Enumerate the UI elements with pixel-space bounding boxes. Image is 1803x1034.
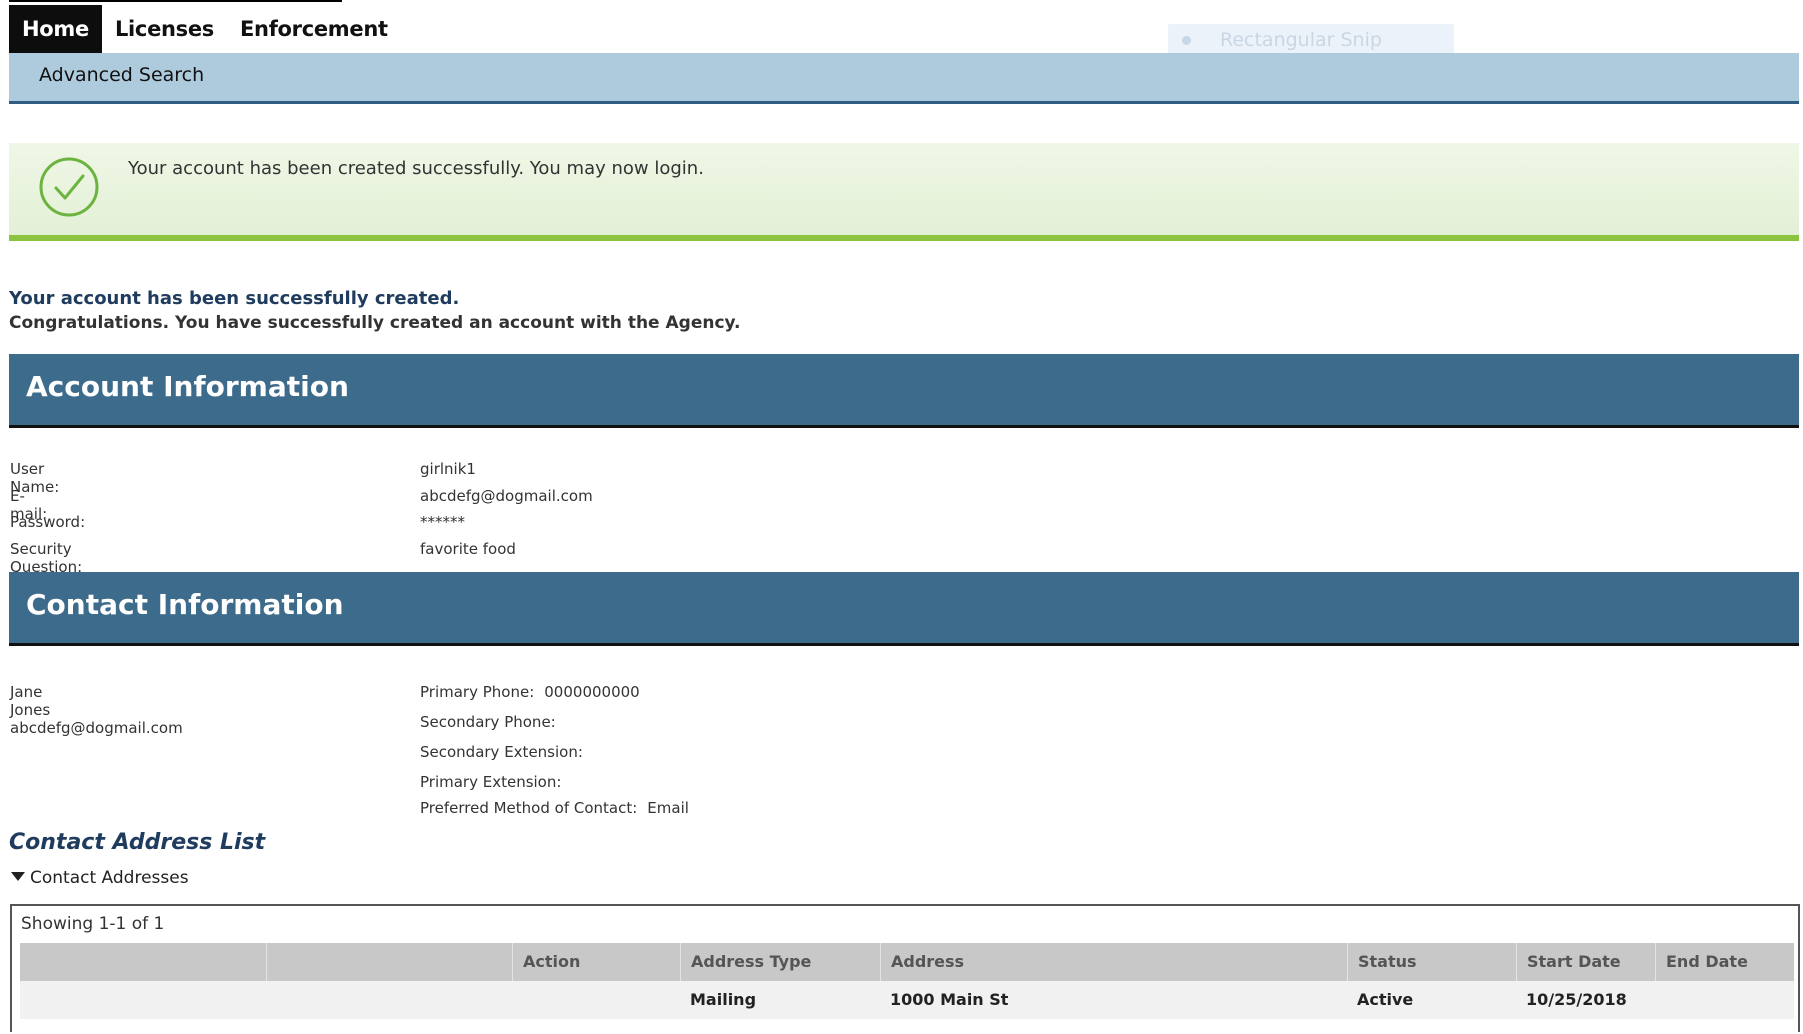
table-cell <box>20 981 266 1019</box>
column-header-end-date[interactable]: End Date <box>1655 943 1794 981</box>
table-cell-status: Active <box>1357 990 1414 1009</box>
pagination-summary: Showing 1-1 of 1 <box>21 914 165 934</box>
contact-email-text: abcdefg@dogmail.com <box>10 719 183 737</box>
record-icon <box>1182 36 1191 45</box>
table-cell <box>266 981 512 1019</box>
top-divider <box>9 0 342 2</box>
detail-label: Preferred Method of Contact: <box>420 799 638 817</box>
secondary-extension: Secondary Extension: <box>420 743 593 761</box>
success-banner: Your account has been created successful… <box>9 143 1799 241</box>
snip-overlay-label: Rectangular Snip <box>1220 29 1382 51</box>
detail-value: 0000000000 <box>544 683 640 701</box>
column-header-action[interactable]: Action <box>512 943 680 981</box>
table-row[interactable]: Mailing 1000 Main St Active 10/25/2018 <box>20 981 1794 1019</box>
field-value: girlnik1 <box>420 460 476 478</box>
confirmation-subtitle: Congratulations. You have successfully c… <box>9 313 741 333</box>
column-header-start-date[interactable]: Start Date <box>1516 943 1655 981</box>
field-label: Password: <box>10 513 86 531</box>
snip-overlay: Rectangular Snip <box>1168 24 1454 56</box>
preferred-contact-method: Preferred Method of Contact: Email <box>420 799 689 817</box>
table-cell-address: 1000 Main St <box>890 990 1009 1009</box>
field-value: abcdefg@dogmail.com <box>420 487 593 505</box>
detail-label: Primary Extension: <box>420 773 562 791</box>
section-title: Account Information <box>26 370 349 403</box>
field-value: ****** <box>420 513 465 531</box>
table-cell-action <box>512 981 680 1019</box>
sub-nav: Advanced Search <box>9 53 1799 104</box>
primary-extension: Primary Extension: <box>420 773 571 791</box>
page: Home Licenses Enforcement Rectangular Sn… <box>0 0 1803 1034</box>
tab-licenses[interactable]: Licenses <box>102 5 227 53</box>
section-title: Contact Information <box>26 588 344 621</box>
main-nav: Home Licenses Enforcement <box>9 5 401 61</box>
table-cell-start-date: 10/25/2018 <box>1526 990 1627 1009</box>
table-header: Action Address Type Address Status Start… <box>20 943 1794 981</box>
table-cell-end-date <box>1655 981 1794 1019</box>
account-information-header: Account Information <box>9 354 1799 428</box>
tab-home[interactable]: Home <box>9 5 102 61</box>
success-message: Your account has been created successful… <box>128 158 704 179</box>
detail-label: Secondary Extension: <box>420 743 583 761</box>
caret-down-icon <box>11 872 25 881</box>
contact-address-list-title: Contact Address List <box>9 830 266 855</box>
contact-addresses-toggle[interactable]: Contact Addresses <box>11 868 189 888</box>
detail-value: Email <box>647 799 689 817</box>
column-header <box>266 943 512 981</box>
primary-phone: Primary Phone: 0000000000 <box>420 683 640 701</box>
field-label: Security Question: <box>10 540 83 576</box>
contact-name-text: Jane Jones <box>10 683 51 719</box>
column-header-address[interactable]: Address <box>880 943 1347 981</box>
detail-label: Secondary Phone: <box>420 713 556 731</box>
secondary-phone: Secondary Phone: <box>420 713 566 731</box>
detail-label: Primary Phone: <box>420 683 535 701</box>
field-value: favorite food <box>420 540 516 558</box>
column-header-address-type[interactable]: Address Type <box>680 943 880 981</box>
tab-enforcement[interactable]: Enforcement <box>227 5 401 53</box>
table-cell-address-type: Mailing <box>690 990 757 1009</box>
address-table: Showing 1-1 of 1 Action Address Type Add… <box>10 904 1800 1032</box>
check-circle-icon <box>39 157 99 217</box>
advanced-search-link[interactable]: Advanced Search <box>39 64 204 86</box>
column-header <box>20 943 266 981</box>
contact-information-header: Contact Information <box>9 572 1799 646</box>
confirmation-title: Your account has been successfully creat… <box>9 288 460 309</box>
column-header-status[interactable]: Status <box>1347 943 1516 981</box>
toggle-label: Contact Addresses <box>30 868 189 888</box>
